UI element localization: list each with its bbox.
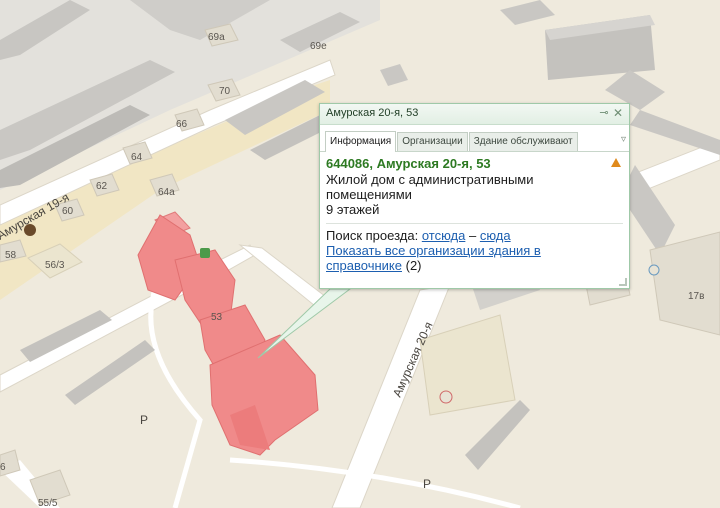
house-label: 55/5 xyxy=(38,498,58,508)
show-orgs-link-continued[interactable]: справочнике xyxy=(326,258,402,273)
show-orgs-link[interactable]: Показать все организации здания в xyxy=(326,243,541,258)
house-label: 53 xyxy=(211,312,223,323)
building-description-line: Жилой дом с административными xyxy=(326,172,534,187)
popup-titlebar[interactable]: Амурская 20-я, 53 ⊸ ✕ xyxy=(320,104,629,125)
divider xyxy=(326,223,623,224)
building-address: 644086, Амурская 20-я, 53 xyxy=(326,156,491,171)
house-label: 70 xyxy=(219,86,231,97)
popup-title: Амурская 20-я, 53 xyxy=(326,107,419,119)
house-label: 69a xyxy=(208,32,225,43)
resize-handle[interactable] xyxy=(619,278,627,286)
house-label: 6 xyxy=(0,462,6,473)
route-search: Поиск проезда: отсюда – сюда xyxy=(326,228,623,243)
warning-icon[interactable] xyxy=(611,158,621,167)
route-dash: – xyxy=(468,228,477,243)
house-label: 66 xyxy=(176,119,188,130)
close-icon[interactable]: ✕ xyxy=(611,106,625,120)
house-label: 62 xyxy=(96,181,108,192)
orgs-count: (2) xyxy=(405,258,422,273)
parking-label: P xyxy=(423,477,431,491)
building-description-line: помещениями xyxy=(326,187,412,202)
tab-information[interactable]: Информация xyxy=(325,131,397,152)
popup-tabs: Информация Организации Здание обслуживают … xyxy=(320,129,629,152)
tab-building-services[interactable]: Здание обслуживают xyxy=(468,132,578,151)
house-label: 17в xyxy=(688,291,704,302)
house-label: 64а xyxy=(158,187,175,198)
house-label: 56/3 xyxy=(45,260,65,271)
chevron-down-icon[interactable]: ▿ xyxy=(621,134,626,145)
tab-organizations[interactable]: Организации xyxy=(397,132,468,151)
pin-icon[interactable]: ⊸ xyxy=(597,106,611,120)
house-label: 60 xyxy=(62,206,74,217)
show-orgs-link-line: справочнике (2) xyxy=(326,258,623,273)
show-orgs-link-line: Показать все организации здания в xyxy=(326,243,623,258)
house-label: 69е xyxy=(310,41,327,52)
route-from-link[interactable]: отсюда xyxy=(422,228,466,243)
info-popup: Амурская 20-я, 53 ⊸ ✕ Информация Организа… xyxy=(319,103,630,289)
popup-content: 644086, Амурская 20-я, 53 Жилой дом с ад… xyxy=(320,152,629,273)
route-label: Поиск проезда: xyxy=(326,228,419,243)
house-label: 58 xyxy=(5,250,17,261)
building-floors: 9 этажей xyxy=(326,202,380,217)
house-label: 64 xyxy=(131,152,143,163)
parking-label: P xyxy=(140,413,148,427)
route-to-link[interactable]: сюда xyxy=(480,228,511,243)
